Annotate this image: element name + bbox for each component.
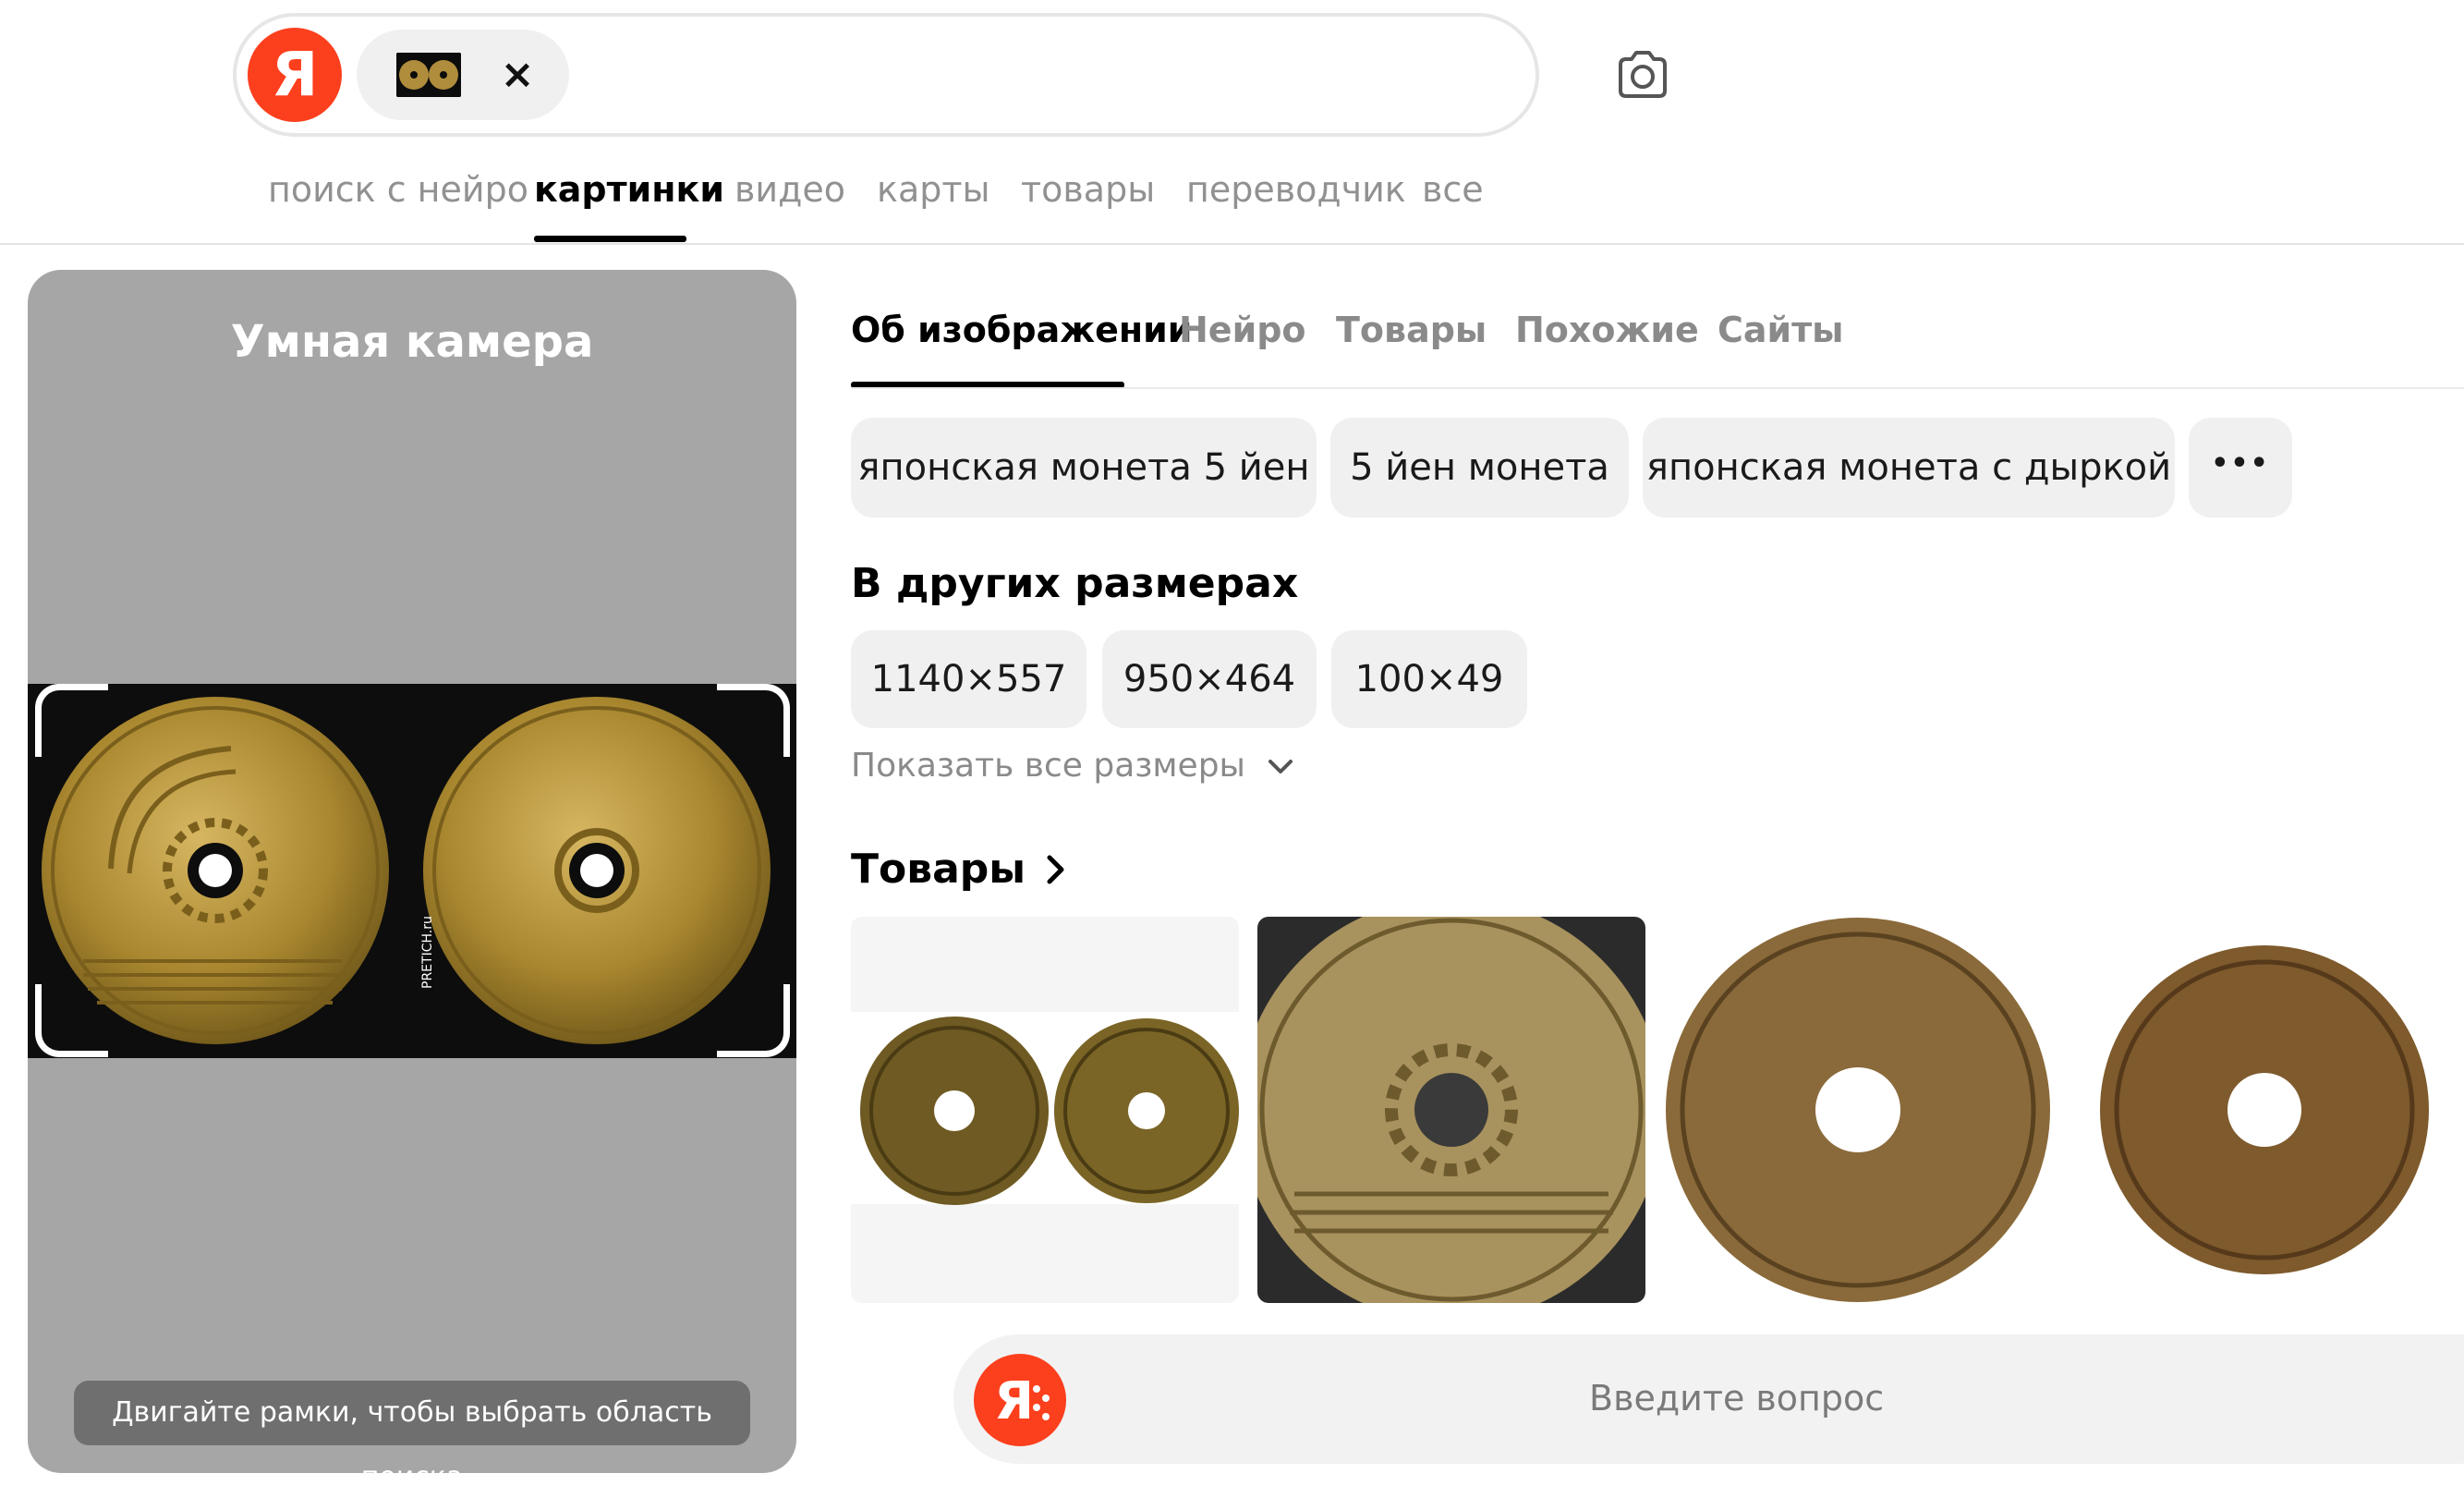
crop-handle-bottom-left[interactable] (35, 984, 108, 1057)
show-all-sizes-link[interactable]: Показать все размеры (851, 745, 1294, 787)
image-watermark: PRETICH.ru (420, 916, 435, 989)
show-all-sizes-label: Показать все размеры (851, 747, 1245, 785)
product-card[interactable] (1664, 917, 2052, 1303)
crop-handle-top-right[interactable] (717, 684, 790, 757)
ask-input-placeholder[interactable]: Введите вопрос (1589, 1375, 1884, 1421)
tag-chip[interactable]: 5 йен монета (1330, 418, 1629, 518)
crop-hint: Двигайте рамки, чтобы выбрать область по… (74, 1381, 750, 1493)
yandex-logo[interactable]: Я (248, 28, 342, 122)
size-chip[interactable]: 1140×557 (851, 630, 1086, 728)
clear-image-button[interactable]: × (497, 48, 538, 102)
size-chip[interactable]: 100×49 (1331, 630, 1527, 728)
tabs-divider (851, 387, 2464, 389)
other-sizes-heading: В других размерах (851, 560, 1299, 607)
products-heading: Товары (851, 846, 1026, 893)
svg-text:Я: Я (994, 1371, 1034, 1431)
query-image-thumbnail (396, 53, 461, 97)
chevron-right-icon (1047, 855, 1064, 884)
tag-chip[interactable]: японская монета с дыркой (1643, 418, 2175, 518)
product-card[interactable] (1257, 917, 1645, 1303)
tab-about-image[interactable]: Об изображении (851, 307, 1192, 353)
nav-images[interactable]: картинки (534, 166, 724, 213)
tab-sites[interactable]: Сайты (1718, 307, 1844, 353)
tab-products[interactable]: Товары (1336, 307, 1487, 353)
nav-maps[interactable]: карты (877, 166, 990, 213)
tag-chip[interactable]: японская монета 5 йен (851, 418, 1317, 518)
yandex-neuro-logo-icon[interactable]: Я (974, 1354, 1066, 1446)
nav-neuro-search[interactable]: поиск с нейро (268, 166, 528, 213)
tab-similar[interactable]: Похожие (1515, 307, 1699, 353)
selected-image[interactable]: PRETICH.ru (28, 684, 796, 1058)
nav-translator[interactable]: переводчик (1186, 166, 1406, 213)
smart-camera-title: Умная камера (230, 316, 594, 368)
size-chip[interactable]: 950×464 (1102, 630, 1317, 728)
tab-neuro[interactable]: Нейро (1179, 307, 1306, 353)
nav-active-indicator (534, 236, 686, 242)
more-tags-button[interactable]: ••• (2189, 418, 2292, 518)
header-divider (0, 243, 2464, 245)
nav-products[interactable]: товары (1021, 166, 1155, 213)
nav-all[interactable]: все (1422, 166, 1484, 213)
camera-icon[interactable] (1613, 46, 1672, 105)
chevron-down-icon (1268, 760, 1293, 773)
crop-handle-top-left[interactable] (35, 684, 108, 757)
crop-handle-bottom-right[interactable] (717, 984, 790, 1057)
products-heading-link[interactable]: Товары (851, 844, 1067, 895)
product-card[interactable] (851, 917, 1239, 1303)
nav-video[interactable]: видео (734, 166, 845, 213)
product-card[interactable] (2070, 917, 2458, 1303)
